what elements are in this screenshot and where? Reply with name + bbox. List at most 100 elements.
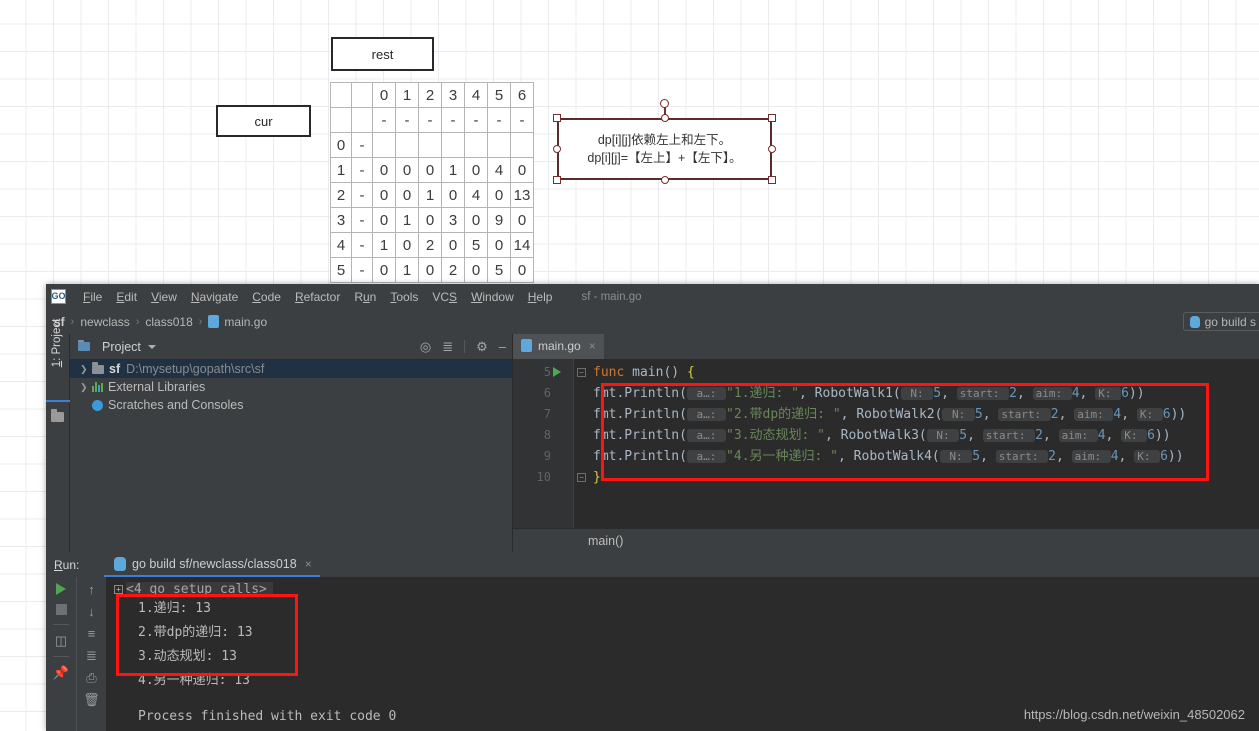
- parameter-hint: aim:: [1058, 429, 1098, 442]
- run-configuration-selector[interactable]: go build s: [1182, 312, 1259, 331]
- code-content[interactable]: func main() { fmt.Println( a…: "1.递归: ",…: [589, 359, 1259, 528]
- editor-area: main.go × 5 6 7 8 9 10 − − func main() { fmt.…: [513, 334, 1259, 552]
- dp-table-cell: 1: [395, 257, 419, 283]
- parameter-hint: a…:: [686, 387, 727, 400]
- code-token: "1.递归: ": [726, 386, 800, 401]
- parameter-hint: N:: [942, 408, 975, 421]
- resize-handle-e[interactable]: [768, 145, 776, 153]
- chevron-right-icon[interactable]: ❯: [80, 382, 90, 393]
- code-token: ,: [1118, 449, 1135, 464]
- trash-icon[interactable]: 🗑: [83, 693, 100, 706]
- expand-icon[interactable]: +: [114, 585, 123, 594]
- breadcrumb-separator: ›: [198, 315, 203, 328]
- resize-handle-s[interactable]: [660, 176, 669, 184]
- code-line[interactable]: }: [589, 467, 1259, 488]
- code-folding-rail[interactable]: − −: [573, 359, 589, 528]
- menu-item-code[interactable]: Code: [245, 288, 288, 306]
- menu-item-window[interactable]: Window: [464, 288, 521, 306]
- folder-icon[interactable]: [51, 409, 64, 422]
- breadcrumb-item-main-go[interactable]: main.go: [224, 315, 267, 329]
- go-logo-icon: GO: [51, 289, 66, 304]
- dp-table-cell: [330, 82, 352, 108]
- menu-item-file[interactable]: File: [76, 288, 109, 306]
- parameter-hint: K:: [1121, 429, 1148, 442]
- print-icon[interactable]: ⎙: [86, 671, 96, 684]
- breadcrumb-item-class018[interactable]: class018: [145, 315, 192, 329]
- code-line[interactable]: fmt.Println( a…: "4.另一种递归: ", RobotWalk4…: [589, 446, 1259, 467]
- menu-item-label: Navigate: [190, 289, 239, 304]
- run-gutter-icon[interactable]: [553, 367, 561, 377]
- dp-table-cell: 5: [464, 232, 488, 258]
- parameter-hint: a…:: [686, 450, 727, 463]
- locate-icon[interactable]: ◎: [420, 340, 431, 353]
- menu-item-edit[interactable]: Edit: [109, 288, 144, 306]
- code-line[interactable]: func main() {: [589, 362, 1259, 383]
- close-icon[interactable]: ×: [305, 557, 312, 571]
- code-token: , RobotWalk4(: [838, 449, 940, 464]
- editor-gutter[interactable]: 5 6 7 8 9 10: [513, 359, 573, 528]
- console-output[interactable]: + <4 go setup calls> 1.递归: 13 2.带dp的递归: 13…: [106, 577, 1259, 731]
- code-token: 6: [1162, 407, 1171, 422]
- resize-handle-sw[interactable]: [553, 176, 561, 184]
- menu-item-view[interactable]: View: [144, 288, 184, 306]
- up-arrow-icon[interactable]: ↑: [88, 583, 95, 596]
- code-token: ,: [1058, 407, 1075, 422]
- rerun-icon[interactable]: [56, 583, 66, 595]
- soft-wrap-icon[interactable]: ≡: [88, 627, 96, 640]
- menu-item-refactor[interactable]: Refactor: [288, 288, 347, 306]
- menu-item-vcs[interactable]: VCS: [425, 288, 464, 306]
- tree-item-sf[interactable]: ❯ sf D:\mysetup\gopath\src\sf: [70, 360, 512, 378]
- resize-handle-se[interactable]: [768, 176, 776, 184]
- rotate-handle-icon[interactable]: [660, 99, 669, 108]
- down-arrow-icon[interactable]: ↓: [88, 605, 95, 618]
- code-line[interactable]: fmt.Println( a…: "3.动态规划: ", RobotWalk3(…: [589, 425, 1259, 446]
- code-line[interactable]: fmt.Println( a…: "2.带dp的递归: ", RobotWalk…: [589, 404, 1259, 425]
- diagram-box-rest[interactable]: rest: [331, 37, 434, 71]
- tree-item-scratches-and-consoles[interactable]: Scratches and Consoles: [70, 396, 512, 414]
- resize-handle-w[interactable]: [553, 145, 561, 153]
- dp-table-row: 0-: [330, 132, 534, 158]
- tab-main-go[interactable]: main.go ×: [513, 334, 604, 359]
- menu-item-help[interactable]: Help: [521, 288, 560, 306]
- code-token: fmt.Println(: [593, 407, 687, 422]
- menu-item-run[interactable]: Run: [347, 288, 383, 306]
- sidebar-item-project-tab[interactable]: 1: Project: [51, 311, 63, 375]
- scroll-to-end-icon[interactable]: ≣: [86, 649, 97, 662]
- dp-table-cell: -: [351, 182, 373, 208]
- editor-breadcrumb[interactable]: main(): [513, 528, 1259, 552]
- console-setup-line[interactable]: + <4 go setup calls>: [114, 582, 1259, 597]
- chevron-right-icon[interactable]: ❯: [80, 364, 90, 375]
- diagram-box-cur[interactable]: cur: [216, 105, 311, 137]
- close-icon[interactable]: ×: [589, 339, 596, 353]
- gear-icon[interactable]: ⚙: [476, 340, 488, 353]
- resize-handle-nw[interactable]: [553, 114, 561, 122]
- menu-item-navigate[interactable]: Navigate: [184, 288, 245, 306]
- dp-table-cell: 1: [441, 157, 465, 183]
- dp-table-cell: 5: [487, 82, 511, 108]
- folder-icon: [92, 362, 104, 374]
- pin-icon[interactable]: 📌: [53, 666, 69, 679]
- parameter-hint: K:: [1134, 450, 1161, 463]
- fold-end-icon[interactable]: −: [577, 473, 586, 482]
- chevron-down-icon[interactable]: [147, 344, 156, 349]
- resize-handle-ne[interactable]: [768, 114, 776, 122]
- dp-table-cell: 1: [372, 232, 396, 258]
- watermark-url: https://blog.csdn.net/weixin_48502062: [1023, 707, 1245, 722]
- code-editor[interactable]: 5 6 7 8 9 10 − − func main() { fmt.Println( a…: [513, 359, 1259, 528]
- dp-table-cell: 5: [330, 257, 352, 283]
- tree-item-external-libraries[interactable]: ❯ External Libraries: [70, 378, 512, 396]
- breadcrumb-item-newclass[interactable]: newclass: [80, 315, 129, 329]
- layout-icon[interactable]: ◫: [55, 634, 67, 647]
- dp-table-cell: 0: [487, 182, 511, 208]
- run-tab-go-build[interactable]: go build sf/newclass/class018 ×: [104, 557, 320, 577]
- minimize-icon[interactable]: –: [499, 340, 506, 353]
- menu-item-tools[interactable]: Tools: [383, 288, 425, 306]
- stop-icon[interactable]: [55, 604, 67, 615]
- menu-item-label: Window: [471, 289, 514, 304]
- resize-handle-n[interactable]: [660, 114, 669, 122]
- parameter-hint: a…:: [686, 429, 727, 442]
- fold-collapse-icon[interactable]: −: [577, 368, 586, 377]
- code-line[interactable]: fmt.Println( a…: "1.递归: ", RobotWalk1( N…: [589, 383, 1259, 404]
- collapse-all-icon[interactable]: ≣: [442, 340, 453, 353]
- callout-shape[interactable]: dp[i][j]依赖左上和左下。 dp[i][j]=【左上】+【左下】。: [553, 114, 776, 184]
